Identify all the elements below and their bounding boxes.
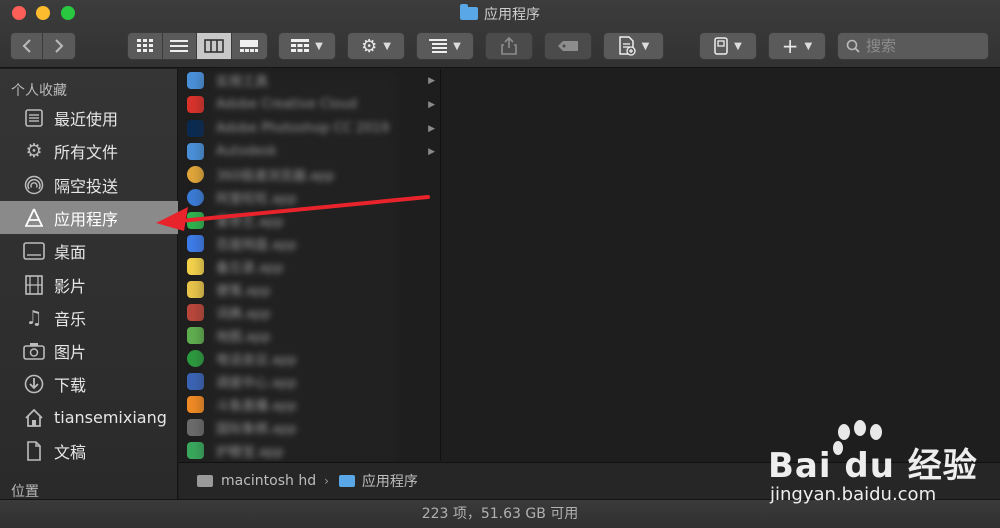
chevron-right-icon: › <box>324 474 329 488</box>
chevron-left-icon <box>22 39 31 53</box>
sidebar-item-label: 音乐 <box>54 309 87 329</box>
camera-icon <box>22 340 46 362</box>
sidebar-item-all-files[interactable]: ⚙ 所有文件 <box>0 134 178 167</box>
new-document-button[interactable]: ▼ <box>603 32 664 60</box>
sidebar-item-label: 所有文件 <box>54 142 119 162</box>
music-icon: ♫ <box>25 306 43 329</box>
baidu-watermark: Bai du 经验 jingyan.baidu.com <box>768 420 993 510</box>
chevron-down-icon: ▼ <box>453 40 461 52</box>
sidebar-item-desktop[interactable]: 桌面 <box>0 234 178 267</box>
disclosure-arrow-icon: ▶ <box>428 75 435 86</box>
search-icon <box>846 39 860 53</box>
sidebar-item-label: 下载 <box>54 375 87 395</box>
window-title-text: 应用程序 <box>484 7 540 23</box>
sidebar-item-label: tiansemixiang <box>54 408 167 427</box>
nav-buttons <box>10 32 76 60</box>
airdrop-icon <box>22 174 46 196</box>
favorites-header: 个人收藏 <box>11 83 67 99</box>
movies-icon <box>22 274 46 296</box>
privacy-blur-overlay <box>202 72 398 462</box>
sidebar-item-recents[interactable]: 最近使用 <box>0 101 178 134</box>
group-by-button[interactable]: ▼ <box>278 32 336 60</box>
sidebar-item-label: 桌面 <box>54 242 87 262</box>
disclosure-arrow-icon: ▶ <box>428 99 435 110</box>
chevron-right-icon <box>55 39 64 53</box>
sidebar-item-label: 应用程序 <box>54 209 119 229</box>
watermark-main-text: Bai du 经验 <box>768 446 978 486</box>
sidebar-item-documents[interactable]: 文稿 <box>0 434 178 467</box>
sidebar-item-music[interactable]: ♫ 音乐 <box>0 301 178 334</box>
gallery-icon <box>240 40 259 52</box>
folder-icon <box>338 475 355 487</box>
device-button[interactable]: ▼ <box>699 32 757 60</box>
applications-icon <box>22 207 46 229</box>
window-title: 应用程序 <box>0 4 1000 24</box>
annotation-arrow <box>156 195 430 231</box>
chevron-down-icon: ▼ <box>804 40 813 52</box>
tag-icon <box>558 41 578 51</box>
group-icon <box>291 39 310 52</box>
plus-icon: + <box>781 34 799 58</box>
sidebar-item-movies[interactable]: 影片 <box>0 268 178 301</box>
locations-header: 位置 <box>11 484 39 500</box>
sidebar-item-label: 隔空投送 <box>54 176 119 196</box>
share-button[interactable] <box>485 32 533 60</box>
chevron-down-icon: ▼ <box>641 40 650 52</box>
home-icon <box>22 407 46 429</box>
status-text: 223 项，51.63 GB 可用 <box>421 506 579 522</box>
document-add-icon <box>618 36 636 56</box>
disclosure-arrow-icon: ▶ <box>428 146 435 157</box>
search-input[interactable] <box>866 37 976 55</box>
folder-icon <box>460 4 478 20</box>
chevron-down-icon: ▼ <box>383 40 391 52</box>
preview-column <box>442 69 1000 461</box>
columns-icon <box>203 39 224 53</box>
column-view-button[interactable] <box>197 33 232 59</box>
hard-drive-icon <box>197 475 213 487</box>
sidebar-item-label: 最近使用 <box>54 109 119 129</box>
list-view-button[interactable] <box>162 33 197 59</box>
finder-window: 应用程序 ▼ ⚙ ▼ ▼ ▼ ▼ + ▼ 搜索 个人收藏 最近使用 ⚙ 所有文件… <box>0 0 1000 528</box>
grid-icon <box>136 39 153 52</box>
add-button[interactable]: + ▼ <box>768 32 826 60</box>
title-toolbar: 应用程序 ▼ ⚙ ▼ ▼ ▼ ▼ + ▼ 搜索 <box>0 0 1000 68</box>
chevron-down-icon: ▼ <box>734 40 742 52</box>
document-icon <box>22 440 46 462</box>
share-icon <box>501 37 517 55</box>
sidebar-item-pictures[interactable]: 图片 <box>0 334 178 367</box>
gallery-view-button[interactable] <box>231 33 267 59</box>
download-icon <box>22 373 46 395</box>
drive-icon <box>714 37 728 55</box>
path-folder[interactable]: 应用程序 <box>362 471 418 491</box>
arrange-button[interactable]: ▼ <box>416 32 474 60</box>
back-button[interactable] <box>11 33 43 59</box>
icon-view-button[interactable] <box>128 33 163 59</box>
action-menu-button[interactable]: ⚙ ▼ <box>347 32 405 60</box>
disclosure-arrow-icon: ▶ <box>428 123 435 134</box>
sidebar-item-label: 图片 <box>54 342 87 362</box>
sidebar-item-home[interactable]: tiansemixiang <box>0 401 178 434</box>
desktop-icon <box>22 240 46 262</box>
path-drive[interactable]: macintosh hd <box>221 473 316 489</box>
gear-icon: ⚙ <box>361 35 378 57</box>
watermark-sub-text: jingyan.baidu.com <box>770 484 937 505</box>
search-field[interactable] <box>837 32 989 60</box>
sidebar-item-label: 影片 <box>54 276 87 296</box>
list-icon <box>170 40 189 52</box>
view-mode-control <box>127 32 268 60</box>
sidebar: 个人收藏 最近使用 ⚙ 所有文件 隔空投送 应用程序 桌面 影片 ♫ 音乐 图片… <box>0 69 178 500</box>
sidebar-item-downloads[interactable]: 下载 <box>0 367 178 400</box>
arrange-icon <box>429 39 448 53</box>
forward-button[interactable] <box>43 33 75 59</box>
sidebar-item-label: 文稿 <box>54 442 87 462</box>
chevron-down-icon: ▼ <box>315 40 323 52</box>
recents-icon <box>22 107 46 129</box>
gear-icon: ⚙ <box>25 139 43 162</box>
tags-button[interactable] <box>544 32 592 60</box>
